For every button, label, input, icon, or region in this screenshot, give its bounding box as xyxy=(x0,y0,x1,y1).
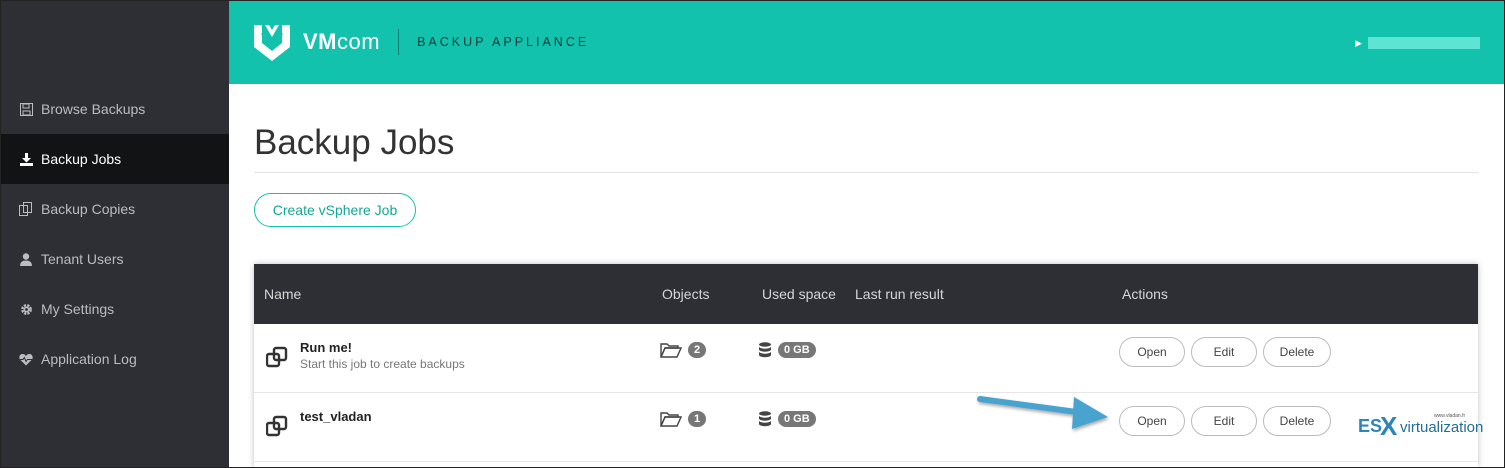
user-name-redacted xyxy=(1368,37,1480,49)
header-used-space: Used space xyxy=(762,286,836,302)
sidebar-item-browse-backups[interactable]: Browse Backups xyxy=(1,84,229,134)
sidebar: Browse Backups Backup Jobs Backup Copies… xyxy=(1,1,229,467)
sidebar-item-backup-jobs[interactable]: Backup Jobs xyxy=(1,134,229,184)
header-name: Name xyxy=(264,286,302,302)
sidebar-item-label: Tenant Users xyxy=(41,251,124,267)
database-icon xyxy=(759,342,771,358)
sidebar-item-label: My Settings xyxy=(41,301,115,317)
sidebar-item-backup-copies[interactable]: Backup Copies xyxy=(1,184,229,234)
used-space-badge: 0 GB xyxy=(778,342,816,358)
header-actions: Actions xyxy=(1122,286,1168,302)
page-title: Backup Jobs xyxy=(254,123,455,162)
heartbeat-icon xyxy=(19,352,33,366)
watermark-es: ES xyxy=(1358,416,1382,436)
sidebar-item-tenant-users[interactable]: Tenant Users xyxy=(1,234,229,284)
top-header: VMcom BACKUP APPLIANCE ▶ xyxy=(229,1,1504,84)
edit-button[interactable]: Edit xyxy=(1191,337,1257,367)
row-actions: Open Edit Delete xyxy=(1119,406,1337,436)
watermark-x: X xyxy=(1380,411,1398,438)
sidebar-item-label: Application Log xyxy=(41,351,137,367)
sidebar-item-application-log[interactable]: Application Log xyxy=(1,334,229,384)
header-last-run-result: Last run result xyxy=(855,286,944,302)
esx-virtualization-watermark: ES X virtualization www.vladan.fr xyxy=(1356,404,1504,438)
delete-button[interactable]: Delete xyxy=(1263,337,1331,367)
used-space-cell: 0 GB xyxy=(758,411,816,427)
download-icon xyxy=(19,152,33,166)
table-header: Name Objects Used space Last run result … xyxy=(254,264,1478,324)
database-icon xyxy=(759,411,771,427)
delete-button[interactable]: Delete xyxy=(1263,406,1331,436)
open-button[interactable]: Open xyxy=(1119,337,1185,367)
user-icon xyxy=(19,252,33,266)
folder-icon xyxy=(660,343,682,358)
open-button[interactable]: Open xyxy=(1119,406,1185,436)
app-name: BACKUP APPLIANCE xyxy=(417,35,590,49)
user-menu[interactable]: ▶ xyxy=(1355,37,1480,49)
sidebar-item-label: Browse Backups xyxy=(41,101,146,117)
table-row: test_vladan 1 0 GB Open Edit Delete xyxy=(254,393,1478,462)
used-space-badge: 0 GB xyxy=(778,411,816,427)
main-content: Backup Jobs Create vSphere Job Name Obje… xyxy=(229,84,1504,467)
floppy-icon xyxy=(19,102,33,116)
caret-right-icon: ▶ xyxy=(1355,37,1362,48)
app-window: Browse Backups Backup Jobs Backup Copies… xyxy=(0,0,1505,468)
job-name[interactable]: Run me! xyxy=(300,340,352,355)
vsphere-icon xyxy=(266,415,288,437)
folder-icon xyxy=(660,412,682,427)
table-row: Run me! Start this job to create backups… xyxy=(254,324,1478,393)
vsphere-icon xyxy=(266,346,288,368)
edit-button[interactable]: Edit xyxy=(1191,406,1257,436)
sidebar-item-label: Backup Jobs xyxy=(41,151,122,167)
used-space-cell: 0 GB xyxy=(758,342,816,358)
vmcom-logo-icon xyxy=(254,25,290,61)
watermark-virtualization: virtualization xyxy=(1400,419,1483,436)
sidebar-item-label: Backup Copies xyxy=(41,201,136,217)
row-actions: Open Edit Delete xyxy=(1119,337,1337,367)
app-logo[interactable]: VMcom BACKUP APPLIANCE xyxy=(251,21,589,63)
title-divider xyxy=(254,172,1479,173)
copy-icon xyxy=(19,202,33,216)
objects-cell: 2 xyxy=(660,342,707,358)
job-name[interactable]: test_vladan xyxy=(300,409,372,424)
header-objects: Objects xyxy=(662,286,710,302)
brand-name: VMcom xyxy=(303,29,381,54)
header-divider xyxy=(398,29,400,55)
annotation-arrow xyxy=(977,396,1108,429)
sidebar-nav: Browse Backups Backup Jobs Backup Copies… xyxy=(1,84,229,384)
watermark-url: www.vladan.fr xyxy=(1434,413,1465,419)
esx-virtualization-logo-icon: ES X virtualization www.vladan.fr xyxy=(1358,411,1483,438)
backup-jobs-table: Name Objects Used space Last run result … xyxy=(254,264,1478,467)
objects-count-badge: 1 xyxy=(688,411,707,427)
sidebar-item-my-settings[interactable]: My Settings xyxy=(1,284,229,334)
gear-icon xyxy=(19,302,33,316)
job-description: Start this job to create backups xyxy=(300,357,465,371)
objects-count-badge: 2 xyxy=(688,342,707,358)
create-vsphere-job-button[interactable]: Create vSphere Job xyxy=(254,193,416,227)
objects-cell: 1 xyxy=(660,411,707,427)
